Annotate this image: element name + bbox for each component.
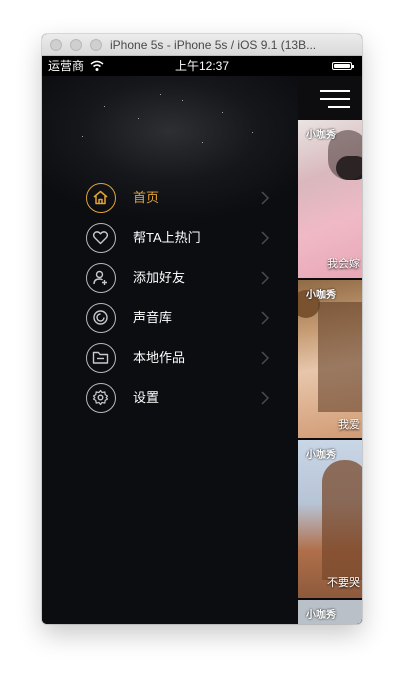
home-icon	[86, 183, 116, 213]
video-feed-peek[interactable]: 小咖秀 我会嫁 小咖秀 我爱 小咖秀 不要哭 小咖秀	[298, 76, 362, 624]
status-time: 上午12:37	[174, 59, 230, 73]
menu-label: 声音库	[133, 310, 173, 325]
side-drawer: 首页 帮TA上热门 添加好友 声音库 本地作品 设置	[42, 76, 298, 624]
status-bar: 运营商 上午12:37	[42, 56, 362, 76]
menu-label: 本地作品	[133, 350, 186, 365]
minimize-window-button[interactable]	[70, 39, 82, 51]
heart-icon	[86, 223, 116, 253]
battery-icon	[332, 62, 354, 70]
close-window-button[interactable]	[50, 39, 62, 51]
simulator-window: iPhone 5s - iPhone 5s / iOS 9.1 (13B... …	[42, 34, 362, 624]
video-thumbnail[interactable]: 小咖秀 我会嫁	[298, 120, 362, 278]
video-thumbnail[interactable]: 小咖秀	[298, 600, 362, 624]
thumbnail-caption: 不要哭	[327, 577, 360, 589]
menu-item-home[interactable]: 首页	[86, 183, 276, 215]
phone-screen: 运营商 上午12:37 首页 帮TA上热门 添加好友 声音库 本地作品 设置 小…	[42, 56, 362, 624]
chevron-right-icon	[261, 231, 270, 245]
menu-item-settings[interactable]: 设置	[86, 383, 276, 415]
window-title: iPhone 5s - iPhone 5s / iOS 9.1 (13B...	[110, 38, 317, 52]
menu-item-local-works[interactable]: 本地作品	[86, 343, 276, 375]
chevron-right-icon	[261, 271, 270, 285]
chevron-right-icon	[261, 351, 270, 365]
chevron-right-icon	[261, 391, 270, 405]
thumbnail-logo: 小咖秀	[306, 450, 336, 461]
menu-label: 添加好友	[133, 270, 186, 285]
gear-icon	[86, 383, 116, 413]
hamburger-menu-icon[interactable]	[320, 88, 350, 110]
menu-item-add-friends[interactable]: 添加好友	[86, 263, 276, 295]
thumbnail-caption: 我爱	[338, 419, 360, 431]
video-thumbnail[interactable]: 小咖秀 我爱	[298, 280, 362, 438]
add-friend-icon	[86, 263, 116, 293]
thumbnail-logo: 小咖秀	[306, 610, 336, 621]
menu-label: 帮TA上热门	[133, 230, 201, 245]
chevron-right-icon	[261, 191, 270, 205]
folder-icon	[86, 343, 116, 373]
hair-shape	[318, 302, 362, 412]
zoom-window-button[interactable]	[90, 39, 102, 51]
menu-item-sound-library[interactable]: 声音库	[86, 303, 276, 335]
sound-library-icon	[86, 303, 116, 333]
menu-item-promote[interactable]: 帮TA上热门	[86, 223, 276, 255]
thumbnail-logo: 小咖秀	[306, 130, 336, 141]
thumbnail-logo: 小咖秀	[306, 290, 336, 301]
menu-label: 首页	[133, 190, 160, 205]
video-thumbnail[interactable]: 小咖秀 不要哭	[298, 440, 362, 598]
menu-label: 设置	[133, 390, 160, 405]
hair-shape	[322, 460, 362, 580]
thumbnail-caption: 我会嫁	[327, 258, 360, 270]
window-titlebar: iPhone 5s - iPhone 5s / iOS 9.1 (13B...	[42, 34, 362, 56]
chevron-right-icon	[261, 311, 270, 325]
